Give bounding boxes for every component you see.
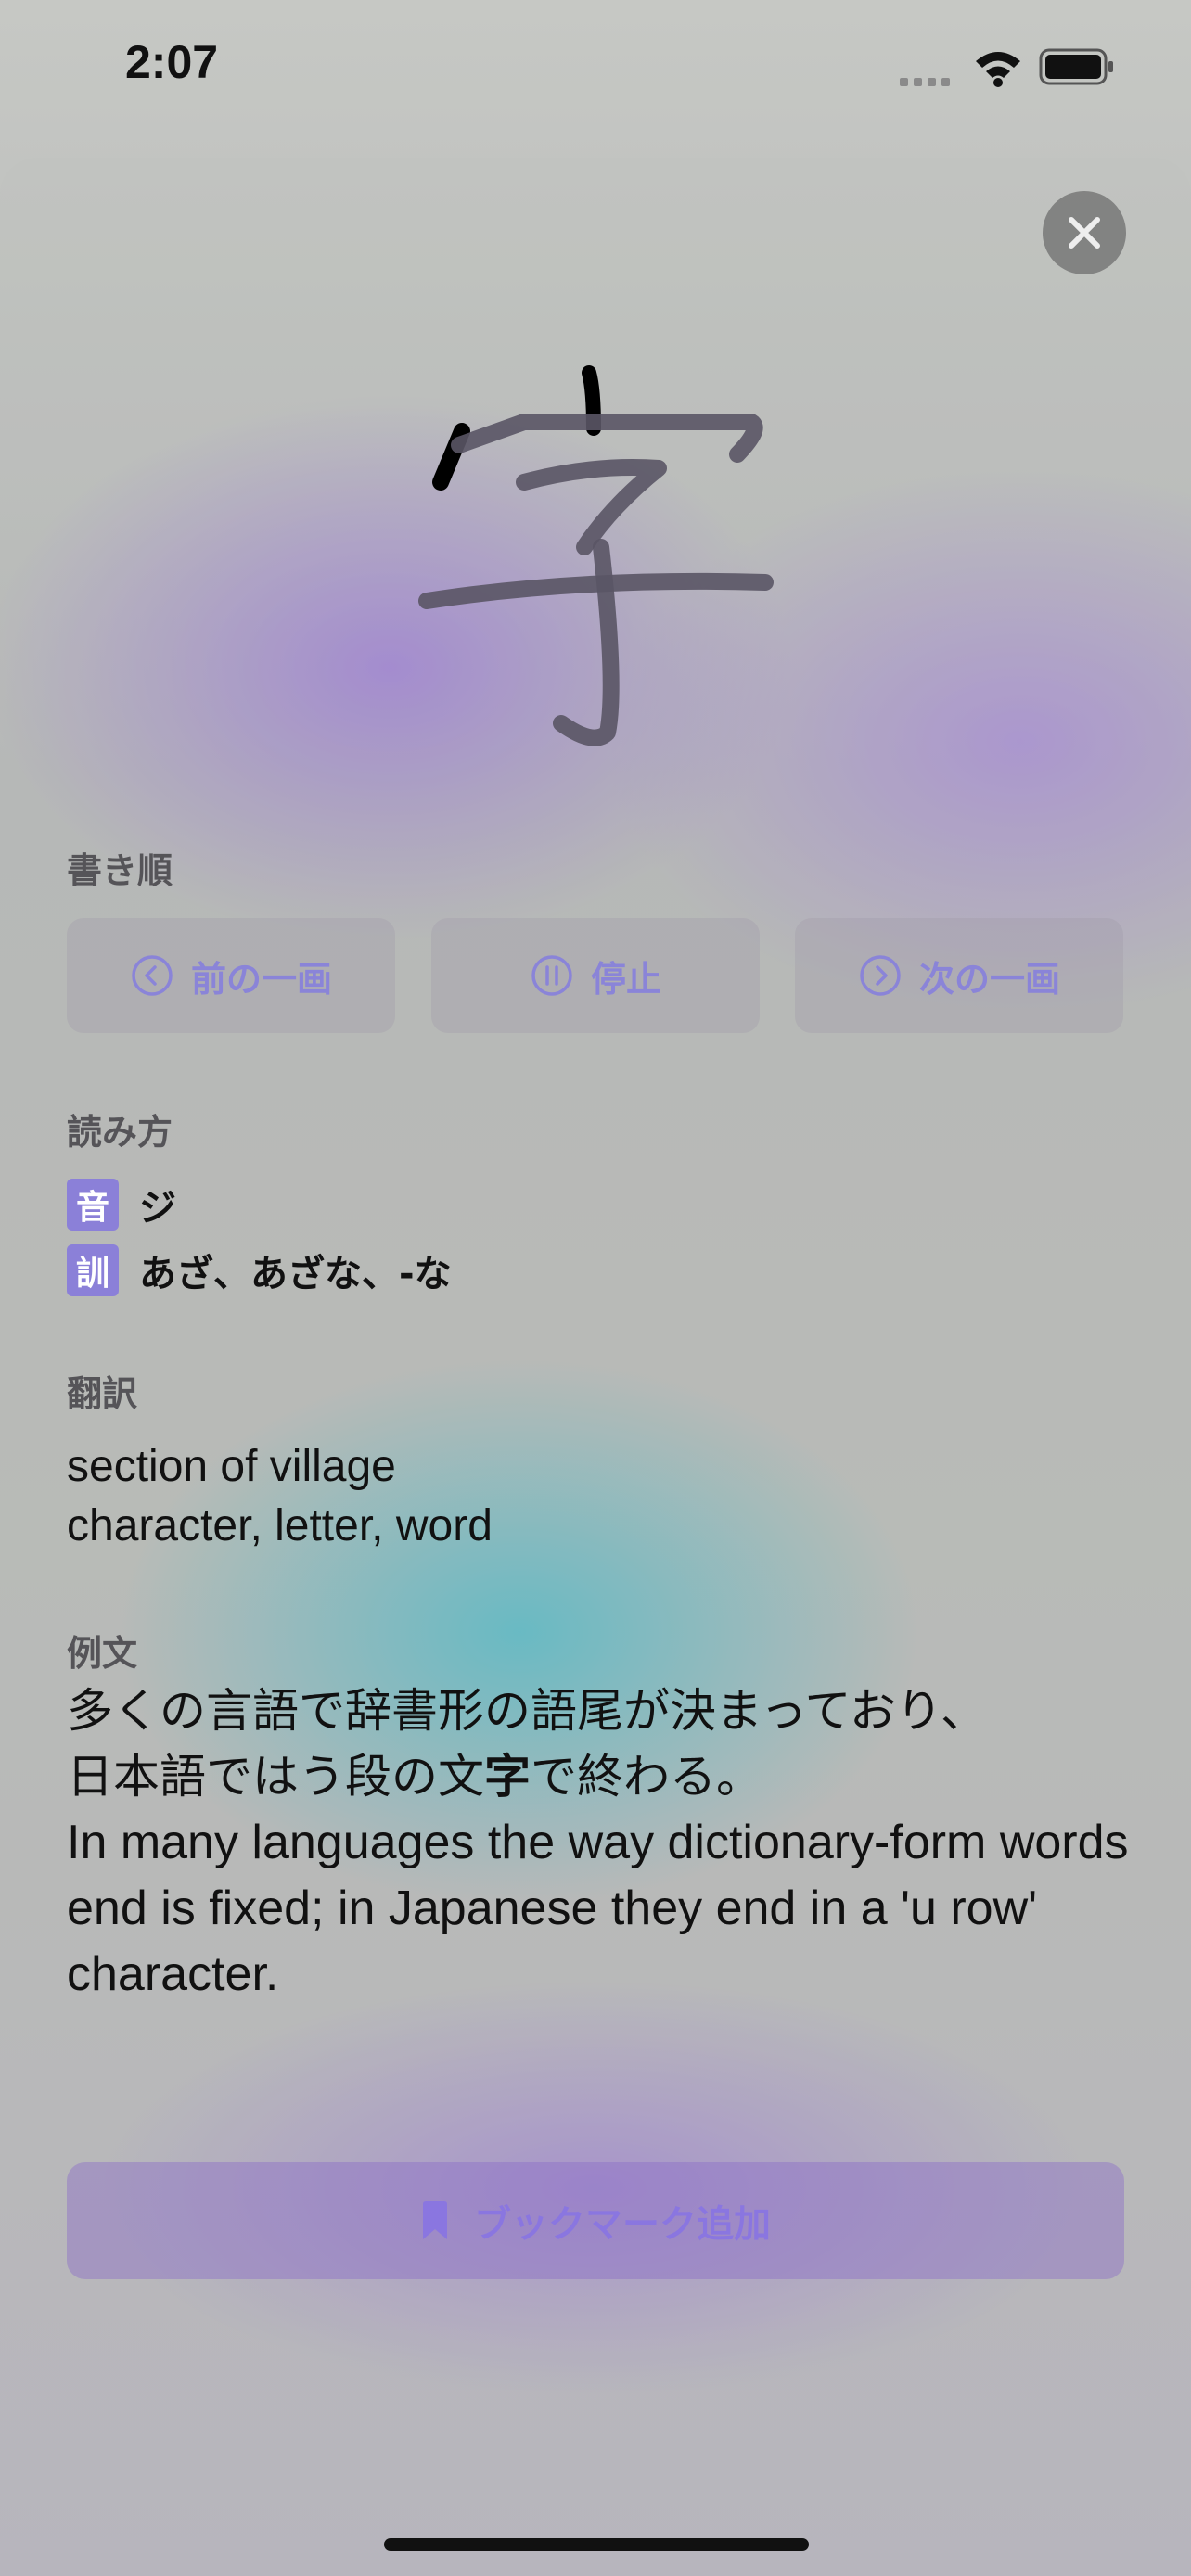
example-en-text: In many languages the way dictionary-for… (67, 1816, 1129, 2001)
next-stroke-label: 次の一画 (918, 958, 1060, 1000)
readings-label: 読み方 (67, 1112, 173, 1153)
translation-line: character, letter, word (67, 1501, 493, 1550)
battery-icon (1039, 48, 1113, 85)
example-highlighted-kanji: 字 (484, 1750, 531, 1804)
close-button[interactable] (1043, 191, 1126, 274)
translation-text: section of village character, letter, wo… (67, 1437, 1124, 1556)
close-icon (1069, 217, 1100, 249)
chevron-right-circle-icon (860, 955, 901, 996)
translation-line: section of village (67, 1442, 396, 1491)
translation-label: 翻訳 (67, 1373, 138, 1414)
next-stroke-button[interactable]: 次の一画 (795, 918, 1123, 1033)
kun-reading-row: 訓 あざ、あざな、-な (67, 1244, 452, 1296)
on-reading-badge: 音 (67, 1179, 119, 1231)
example-jp-line: 日本語ではう段の文字で終わる。 (67, 1744, 1133, 1810)
pause-label: 停止 (590, 958, 661, 1000)
add-bookmark-button[interactable]: ブックマーク追加 (67, 2162, 1124, 2279)
kun-reading-text: あざ、あざな、-な (139, 1253, 452, 1295)
example-jp-text: で終わる。 (531, 1750, 762, 1804)
kun-reading-badge: 訓 (67, 1244, 119, 1296)
on-reading-text: ジ (139, 1187, 176, 1230)
status-bar: 2:07 (0, 0, 1191, 139)
stroke-order-label: 書き順 (67, 850, 173, 891)
example-label: 例文 (67, 1633, 138, 1674)
pause-circle-icon (531, 955, 572, 996)
cellular-signal-icon (900, 72, 955, 90)
example-sentence: 多くの言語で辞書形の語尾が決まっており、 日本語ではう段の文字で終わる。 In … (67, 1678, 1133, 2008)
on-reading-row: 音 ジ (67, 1179, 176, 1231)
kanji-glyph (418, 365, 774, 746)
prev-stroke-label: 前の一画 (190, 958, 332, 1000)
wifi-icon (976, 52, 1020, 87)
add-bookmark-label: ブックマーク追加 (474, 2203, 771, 2246)
pause-button[interactable]: 停止 (431, 918, 760, 1033)
bookmark-icon (423, 2201, 447, 2239)
kanji-stroke-animation[interactable] (408, 352, 798, 760)
example-jp-text: 日本語ではう段の文 (67, 1750, 484, 1804)
example-jp-line: 多くの言語で辞書形の語尾が決まっており、 (67, 1684, 987, 1738)
home-indicator[interactable] (384, 2538, 809, 2551)
status-time: 2:07 (125, 36, 219, 88)
chevron-left-circle-icon (132, 955, 173, 996)
prev-stroke-button[interactable]: 前の一画 (67, 918, 395, 1033)
